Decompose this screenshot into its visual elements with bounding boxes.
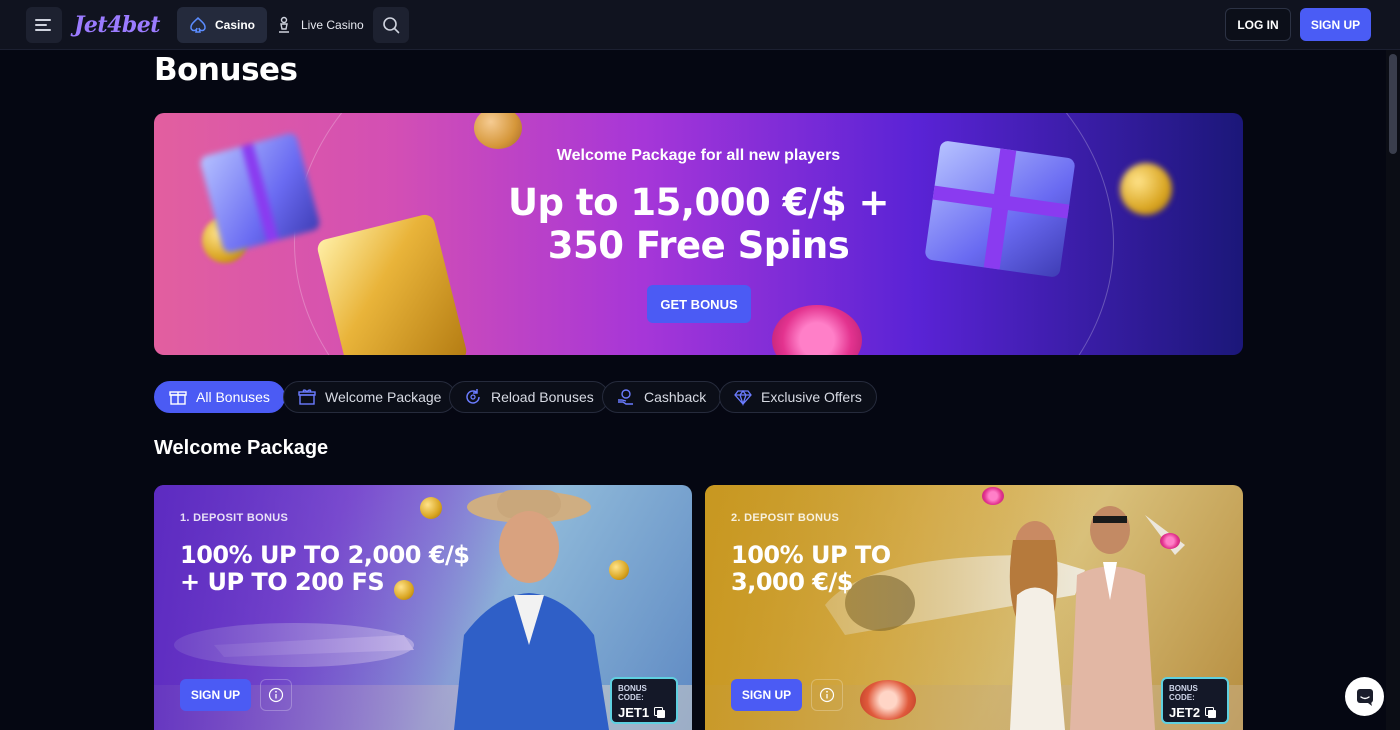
bonus-code-text: JET1 [618, 705, 650, 720]
bonus-card-1: 1. DEPOSIT BONUS 100% UP TO 2,000 €/$ + … [154, 485, 692, 730]
search-icon [383, 17, 400, 34]
bonus-code-label: BONUS CODE: [618, 684, 647, 702]
card-signup-button[interactable]: SIGN UP [731, 679, 802, 711]
card-title: 100% UP TO 2,000 €/$ + UP TO 200 FS [180, 541, 470, 596]
coin-image [609, 560, 629, 580]
info-button[interactable] [260, 679, 292, 711]
casino-chip-image [860, 680, 916, 720]
search-button[interactable] [373, 7, 409, 43]
hamburger-icon [35, 19, 51, 31]
hero-banner: Welcome Package for all new players Up t… [154, 113, 1243, 355]
page-title: Bonuses [154, 52, 298, 88]
filter-exclusive-offers[interactable]: Exclusive Offers [719, 381, 877, 413]
chat-icon [1356, 688, 1373, 706]
bonus-code-box[interactable]: BONUS CODE: JET1 [610, 677, 678, 724]
info-icon [819, 687, 835, 703]
bonus-card-2: 2. DEPOSIT BONUS 100% UP TO 3,000 €/$ SI… [705, 485, 1243, 730]
scrollbar-thumb[interactable] [1389, 54, 1397, 154]
info-icon [268, 687, 284, 703]
filter-exclusive-offers-label: Exclusive Offers [761, 389, 862, 405]
chess-pawn-icon [279, 16, 289, 33]
casino-chip-image [982, 487, 1004, 505]
gift-box-icon [298, 389, 316, 405]
signup-button[interactable]: SIGN UP [1300, 8, 1371, 41]
spade-icon [190, 16, 206, 33]
filter-welcome-package-label: Welcome Package [325, 389, 442, 405]
filter-reload-bonuses[interactable]: Reload Bonuses [449, 381, 609, 413]
card-signup-button[interactable]: SIGN UP [180, 679, 251, 711]
copy-icon[interactable] [1205, 706, 1217, 719]
bonus-code-value: JET1 [618, 705, 670, 720]
man-in-suit-image [454, 490, 609, 730]
filter-welcome-package[interactable]: Welcome Package [283, 381, 457, 413]
menu-button[interactable] [26, 7, 62, 43]
filter-cashback[interactable]: Cashback [602, 381, 722, 413]
card-title: 100% UP TO 3,000 €/$ [731, 541, 891, 596]
card-label: 1. DEPOSIT BONUS [180, 512, 289, 524]
bonus-code-text: JET2 [1169, 705, 1201, 720]
chat-support-button[interactable] [1345, 677, 1384, 716]
couple-image [1009, 506, 1155, 730]
scrollbar[interactable] [1386, 50, 1400, 730]
copy-icon[interactable] [654, 706, 666, 719]
login-button[interactable]: LOG IN [1225, 8, 1291, 41]
filter-cashback-label: Cashback [644, 389, 707, 405]
bonus-code-box[interactable]: BONUS CODE: JET2 [1161, 677, 1229, 724]
coin-image [420, 497, 442, 519]
tab-casino[interactable]: Casino [177, 7, 268, 43]
get-bonus-button[interactable]: GET BONUS [647, 285, 751, 323]
tab-live-casino-label: Live Casino [301, 18, 364, 32]
section-title: Welcome Package [154, 437, 329, 459]
gift-icon [169, 391, 187, 405]
tab-casino-label: Casino [215, 18, 256, 32]
hero-title-line-1: Up to 15,000 €/$ + [508, 181, 889, 224]
diamond-icon [734, 389, 752, 406]
tab-live-casino[interactable]: Live Casino [263, 7, 376, 43]
bonus-code-label: BONUS CODE: [1169, 684, 1198, 702]
cashback-icon [618, 389, 633, 405]
hero-subtitle: Welcome Package for all new players [556, 147, 841, 164]
info-button[interactable] [811, 679, 843, 711]
hero-title: Up to 15,000 €/$ + 350 Free Spins [154, 181, 1243, 267]
casino-chip-image [1160, 533, 1180, 549]
top-header: Jet4bet Casino Live Casino LOG IN SIGN U… [0, 0, 1400, 50]
filter-all-bonuses-label: All Bonuses [196, 389, 270, 405]
logo[interactable]: Jet4bet [74, 12, 160, 38]
filter-reload-bonuses-label: Reload Bonuses [491, 389, 594, 405]
card-label: 2. DEPOSIT BONUS [731, 512, 840, 524]
hero-title-line-2: 350 Free Spins [547, 224, 850, 267]
bonus-code-value: JET2 [1169, 705, 1221, 720]
filter-all-bonuses[interactable]: All Bonuses [154, 381, 285, 413]
reload-icon [466, 389, 480, 404]
